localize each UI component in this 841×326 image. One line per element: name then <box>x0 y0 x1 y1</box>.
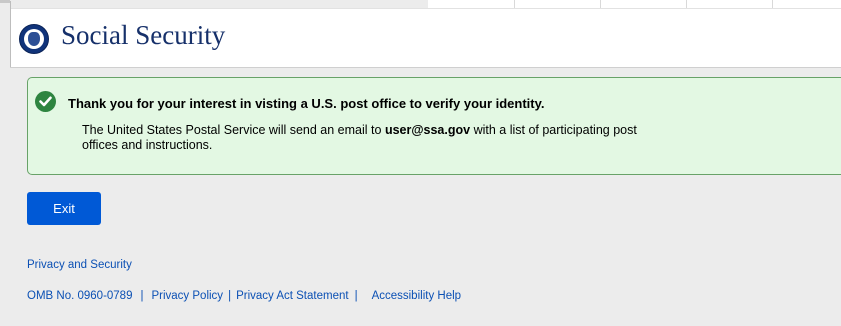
privacy-act-statement-link[interactable]: Privacy Act Statement <box>236 290 349 302</box>
privacy-and-security-link[interactable]: Privacy and Security <box>27 259 132 271</box>
exit-button[interactable]: Exit <box>27 192 101 225</box>
header-divider <box>10 1 11 67</box>
alert-title: Thank you for your interest in visting a… <box>68 96 545 111</box>
alert-message-prefix: The United States Postal Service will se… <box>82 123 385 137</box>
footer-separator: | <box>228 290 232 302</box>
alert-message: The United States Postal Service will se… <box>82 123 662 153</box>
omb-number-link[interactable]: OMB No. 0960-0789 <box>27 290 132 302</box>
footer-links: OMB No. 0960-0789 | Privacy Policy | Privacy… <box>27 290 461 302</box>
footer-separator: | <box>140 290 144 302</box>
site-title[interactable]: Social Security <box>61 20 225 51</box>
check-circle-icon <box>35 91 56 112</box>
success-alert: Thank you for your interest in visting a… <box>27 77 841 175</box>
ssa-seal-icon <box>19 24 49 54</box>
accessibility-help-link[interactable]: Accessibility Help <box>372 290 461 302</box>
footer-separator: | <box>354 290 358 302</box>
window-edge <box>0 0 10 3</box>
privacy-policy-link[interactable]: Privacy Policy <box>151 290 223 302</box>
user-email: user@ssa.gov <box>384 123 471 137</box>
site-header: Social Security <box>10 1 841 68</box>
